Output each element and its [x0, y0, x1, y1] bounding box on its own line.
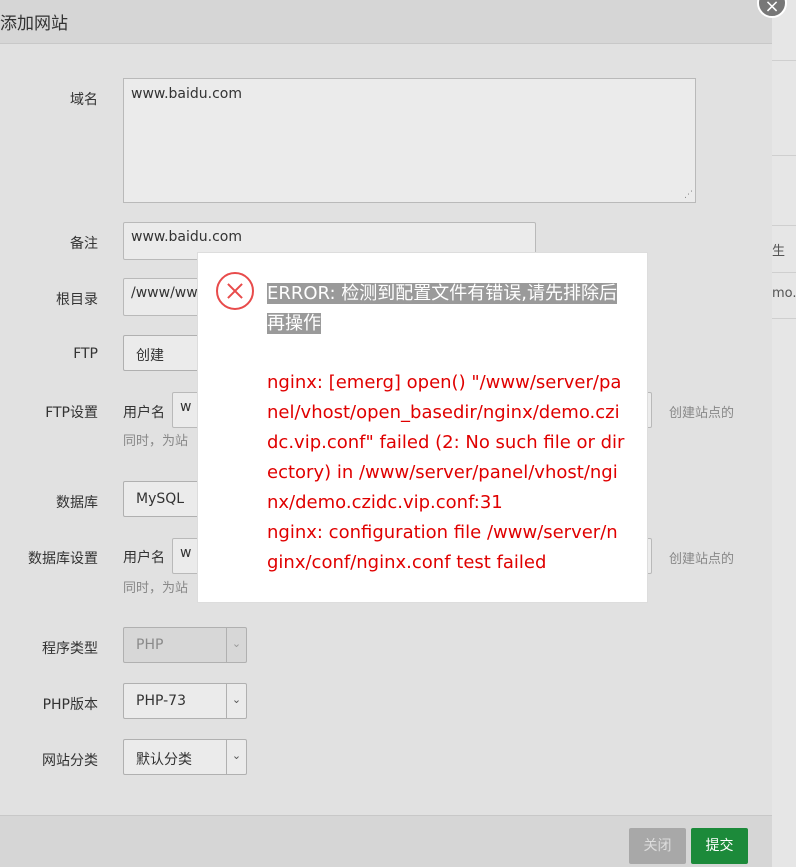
db-hint: 同时，为站: [123, 581, 189, 596]
error-message-line: nginx: [emerg] open() "/www/server/panel…: [267, 372, 625, 513]
error-header: ERROR: 检测到配置文件有错误,请先排除后再操作: [267, 279, 627, 339]
dialog-title: 添加网站: [0, 14, 68, 34]
error-popup: ERROR: 检测到配置文件有错误,请先排除后再操作 nginx: [emerg…: [197, 252, 648, 603]
ftp-label: FTP: [73, 346, 98, 362]
remark-label: 备注: [70, 236, 98, 252]
domain-textarea[interactable]: www.baidu.com ⋰: [123, 78, 696, 203]
error-message: nginx: [emerg] open() "/www/server/panel…: [267, 368, 629, 578]
background-divider: [772, 272, 796, 273]
chevron-down-icon[interactable]: ⌄: [226, 740, 246, 774]
ftp-username-label: 用户名: [123, 405, 165, 421]
db-hint-right: 创建站点的: [669, 552, 735, 567]
db-username-label: 用户名: [123, 550, 165, 566]
ftp-settings-label: FTP设置: [45, 405, 98, 421]
php-version-value: PHP-73: [136, 693, 186, 709]
database-label: 数据库: [56, 495, 98, 511]
ftp-select-value: 创建: [136, 348, 164, 364]
chevron-down-icon: ⌄: [226, 628, 246, 662]
php-version-select[interactable]: PHP-73 ⌄: [123, 683, 247, 719]
program-type-select: PHP ⌄: [123, 627, 247, 663]
root-dir-label: 根目录: [56, 292, 98, 308]
error-message-line: nginx: configuration file /www/server/ng…: [267, 522, 618, 573]
category-value: 默认分类: [136, 752, 192, 768]
background-divider: [772, 318, 796, 319]
close-button[interactable]: 关闭: [629, 828, 686, 864]
background-divider: [772, 60, 796, 61]
background-text: 生: [772, 244, 786, 259]
php-version-label: PHP版本: [42, 697, 98, 713]
program-type-value: PHP: [136, 637, 164, 653]
submit-button[interactable]: 提交: [691, 828, 748, 864]
background-divider: [772, 225, 796, 226]
chevron-down-icon[interactable]: ⌄: [226, 684, 246, 718]
category-label: 网站分类: [42, 753, 98, 769]
ftp-hint-right: 创建站点的: [669, 406, 735, 421]
resize-handle-icon[interactable]: ⋰: [684, 191, 693, 200]
error-icon: [216, 272, 254, 310]
background-divider: [772, 155, 796, 156]
category-select[interactable]: 默认分类 ⌄: [123, 739, 247, 775]
database-select-value: MySQL: [136, 491, 185, 507]
domain-label: 域名: [70, 92, 98, 108]
program-type-label: 程序类型: [42, 641, 98, 657]
background-text: mo.: [772, 286, 796, 301]
ftp-hint: 同时，为站: [123, 434, 189, 449]
background-page: [772, 0, 796, 867]
dialog-header: 添加网站: [0, 0, 772, 44]
domain-value: www.baidu.com: [131, 86, 242, 102]
error-header-prefix: ERROR:: [267, 283, 342, 304]
database-settings-label: 数据库设置: [28, 551, 98, 567]
